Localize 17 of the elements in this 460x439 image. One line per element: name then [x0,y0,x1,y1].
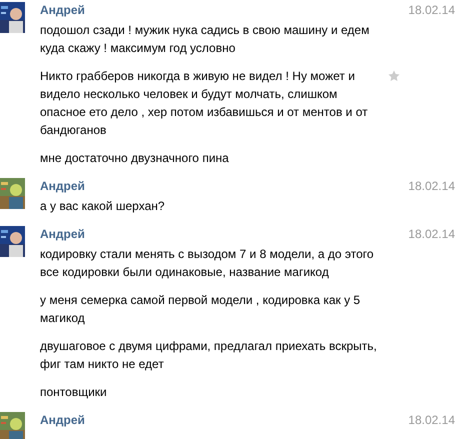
message-date: 18.02.14 [408,2,455,19]
message-text: а у вас какой шерхан? [40,198,166,215]
author-name[interactable]: Андрей [40,1,85,19]
message-text: мне достаточно двузначного пина [40,150,230,167]
message-date: 18.02.14 [408,412,455,429]
message-text: кодировку стали менять с вызодом 7 и 8 модели, а до этого все кодировки были одинаковые, название магикод [40,246,375,281]
message-date: 18.02.14 [408,178,455,195]
message-text: у меня семерка самой первой модели , кодировка как у 5 магикод [40,292,362,327]
author-name[interactable]: Андрей [40,177,85,195]
star-icon[interactable] [388,70,400,82]
message-text: понтовщики [40,384,108,401]
author-name[interactable]: Андрей [40,225,85,243]
message-text: Никто грабберов никогда в живую не видел ! Ну может и видело несколько человек и будут молчать, слишком опасное ето дело , хер потом избавишься и от ментов и от бандюганов [40,68,369,139]
message-text: подошол сзади ! мужик нука садись в свою машину и едем куда скажу ! максимум год условно [40,22,370,57]
message-date: 18.02.14 [408,226,455,243]
author-name[interactable]: Андрей [40,411,85,429]
message-text: двушаговое с двумя цифрами, предлагал приехать вскрыть, фиг там никто не едет [40,338,378,373]
